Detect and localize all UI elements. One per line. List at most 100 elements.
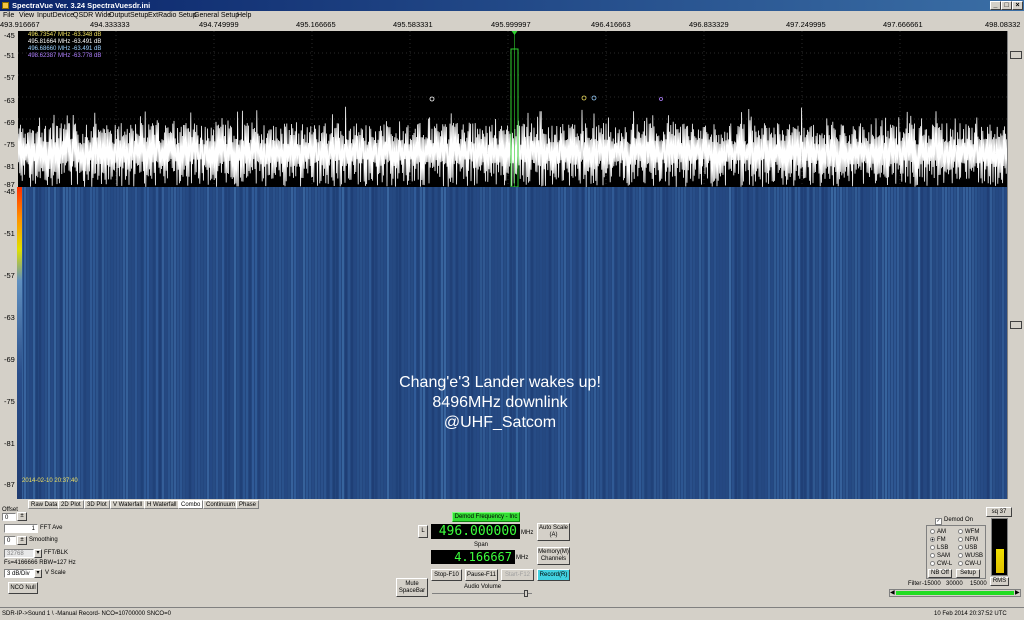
- nco-null-button[interactable]: NCO Null: [8, 582, 38, 594]
- fft-ave-field[interactable]: 1: [4, 524, 38, 533]
- mode-fm-radio[interactable]: FM: [930, 537, 946, 544]
- tab-raw-data[interactable]: Raw Data: [28, 500, 61, 509]
- mode-am-radio[interactable]: AM: [930, 529, 946, 536]
- radio-icon: [930, 545, 935, 550]
- mute-button[interactable]: Mute SpaceBar: [396, 578, 428, 597]
- mode-lsb-radio[interactable]: LSB: [930, 545, 948, 552]
- freq-tick: 496.833329: [689, 20, 729, 29]
- ref-level-slider[interactable]: [1010, 51, 1022, 59]
- demod-on-checkbox[interactable]: ✓ Demod On: [935, 517, 973, 525]
- center-frequency-display[interactable]: 496.000000: [431, 524, 520, 539]
- pause-button[interactable]: Pause-F11: [465, 569, 498, 581]
- vscale-select[interactable]: 3 dB/Div: [4, 569, 34, 578]
- waterfall-db-tick: -81: [4, 439, 15, 448]
- filter-tick: 15000: [970, 581, 987, 587]
- channels-label: Channels: [540, 556, 567, 562]
- auto-scale-button[interactable]: Auto Scale (A): [537, 523, 570, 541]
- signal-meter: [991, 518, 1008, 576]
- mode-nfm-label: NFM: [965, 537, 978, 543]
- freq-tick: 493.916667: [0, 20, 40, 29]
- freq-tick: 496.416663: [591, 20, 631, 29]
- peak-marker-4: [659, 97, 663, 101]
- minimize-button[interactable]: _: [990, 1, 1001, 10]
- mode-sam-radio[interactable]: SAM: [930, 553, 950, 560]
- l-button[interactable]: L: [418, 525, 428, 538]
- smoothing-label: Smoothing: [29, 537, 58, 543]
- frequency-axis: 493.916667 494.333333 494.749999 495.166…: [0, 20, 1024, 30]
- stop-button[interactable]: Stop-F10: [431, 569, 462, 581]
- tab-v-waterfall[interactable]: V Waterfall: [110, 500, 146, 509]
- menu-help[interactable]: Help: [237, 11, 251, 20]
- close-button[interactable]: ×: [1012, 1, 1023, 10]
- filter-left-arrow-icon[interactable]: ◀: [890, 590, 895, 596]
- mode-am-label: AM: [937, 529, 946, 535]
- audio-volume-thumb[interactable]: [524, 590, 528, 597]
- spectrum-display[interactable]: 496.73547 MHz -63.348 dB 495.81664 MHz -…: [18, 31, 1007, 187]
- tab-combo[interactable]: Combo: [178, 500, 204, 509]
- demod-on-label: Demod On: [944, 517, 974, 523]
- vscale-dropdown[interactable]: ▾: [34, 569, 42, 578]
- radio-icon: [930, 561, 935, 566]
- start-button[interactable]: Start-F12: [501, 569, 534, 581]
- maximize-button[interactable]: □: [1001, 1, 1012, 10]
- offset-field[interactable]: 0: [2, 513, 16, 521]
- filter-right-arrow-icon[interactable]: ▶: [1015, 590, 1020, 596]
- memory-channels-button[interactable]: Memory(M) Channels: [537, 547, 570, 565]
- offset-spinner[interactable]: ±: [17, 512, 27, 521]
- vscale-label: V Scale: [45, 570, 66, 576]
- radio-icon: [958, 545, 963, 550]
- mode-cwl-radio[interactable]: CW-L: [930, 561, 952, 568]
- spectrum-db-tick: -81: [4, 162, 15, 171]
- mode-wusb-label: WUSB: [965, 553, 983, 559]
- menu-file[interactable]: File: [3, 11, 14, 20]
- tab-h-waterfall[interactable]: H Waterfall: [144, 500, 180, 509]
- mode-lsb-label: LSB: [937, 545, 949, 551]
- tab-phase[interactable]: Phase: [236, 500, 260, 509]
- fft-blk-select[interactable]: 32768: [4, 549, 34, 558]
- mode-nfm-radio[interactable]: NFM: [958, 537, 978, 544]
- demod-frequency-label[interactable]: Demod Frequency - Inc: [452, 512, 520, 522]
- title-bar: SpectraVue Ver. 3.24 SpectraVuesdr.ini _…: [0, 0, 1024, 11]
- mute-hotkey: SpaceBar: [398, 587, 426, 594]
- fs-rbw-readout: Fs=4166666 RBW=127 Hz: [4, 560, 76, 566]
- tab-2d-plot[interactable]: 2D Plot: [58, 500, 84, 509]
- tab-3d-plot[interactable]: 3D Plot: [84, 500, 110, 509]
- app-icon: [2, 2, 9, 9]
- mode-cwu-radio[interactable]: CW-U: [958, 561, 981, 568]
- window-title: SpectraVue Ver. 3.24 SpectraVuesdr.ini: [12, 1, 151, 10]
- squelch-button[interactable]: sq 37: [986, 507, 1012, 517]
- audio-volume-track[interactable]: [432, 593, 532, 594]
- waterfall-level-slider[interactable]: [1010, 321, 1022, 329]
- fft-blk-dropdown[interactable]: ▾: [34, 549, 42, 558]
- menu-general-setup[interactable]: General Setup: [194, 11, 239, 20]
- menu-output-setup[interactable]: OutputSetup: [109, 11, 148, 20]
- mode-wfm-radio[interactable]: WFM: [958, 529, 979, 536]
- mode-wusb-radio[interactable]: WUSB: [958, 553, 983, 560]
- filter-bandwidth-bar[interactable]: ◀ ▶: [889, 589, 1021, 597]
- smoothing-spinner[interactable]: ±: [17, 536, 27, 545]
- menu-qsdr-wide[interactable]: QSDR Wide: [73, 11, 111, 20]
- nb-off-button[interactable]: NB Off: [928, 569, 952, 578]
- freq-tick: 495.166665: [296, 20, 336, 29]
- span-display[interactable]: 4.166667: [431, 550, 515, 564]
- peak-marker-2: [581, 95, 587, 101]
- freq-tick: 494.749999: [199, 20, 239, 29]
- menu-input-device[interactable]: InputDevice: [37, 11, 74, 20]
- spectrum-db-tick: -57: [4, 73, 15, 82]
- rms-button[interactable]: RMS: [990, 577, 1009, 586]
- status-datetime: 10 Feb 2014 20:37:52 UTC: [934, 611, 1007, 617]
- menu-view[interactable]: View: [19, 11, 34, 20]
- mode-usb-radio[interactable]: USB: [958, 545, 977, 552]
- menu-extradio-setup[interactable]: ExtRadio Setup: [148, 11, 197, 20]
- setup-button[interactable]: Setup: [956, 569, 980, 578]
- record-button[interactable]: Record(R): [537, 569, 570, 581]
- smoothing-field[interactable]: 0: [4, 536, 16, 545]
- radio-icon: [958, 537, 963, 542]
- auto-scale-hotkey: (A): [549, 532, 558, 538]
- radio-icon: [958, 561, 963, 566]
- freq-tick: 498.08332: [985, 20, 1021, 29]
- freq-tick: 495.999997: [491, 20, 531, 29]
- waterfall-db-tick: -69: [4, 355, 15, 364]
- tab-continuum[interactable]: Continuum: [203, 500, 239, 509]
- waterfall-display[interactable]: [18, 187, 1007, 499]
